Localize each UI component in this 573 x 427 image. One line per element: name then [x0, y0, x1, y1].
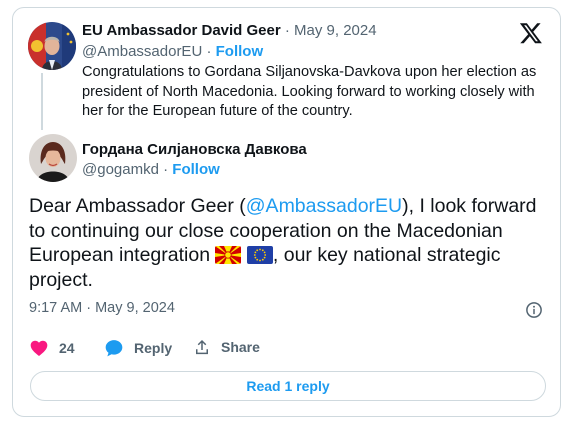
- share-action[interactable]: Share: [193, 338, 260, 356]
- reply-bubble-icon: [105, 340, 123, 357]
- share-icon: [196, 339, 208, 355]
- main-author-avatar[interactable]: [29, 134, 77, 182]
- main-author-name[interactable]: Гордана Силјановска Давкова: [82, 141, 307, 158]
- quoted-separator: ·: [284, 22, 290, 39]
- quoted-follow-button[interactable]: Follow: [216, 43, 264, 60]
- quoted-author-avatar[interactable]: [28, 22, 76, 70]
- x-logo-icon[interactable]: [519, 21, 543, 45]
- main-handle[interactable]: @gogamkd: [82, 161, 159, 178]
- quoted-date[interactable]: May 9, 2024: [294, 22, 377, 39]
- quoted-handle[interactable]: @AmbassadorEU: [82, 43, 202, 60]
- quoted-author-name[interactable]: EU Ambassador David Geer: [82, 22, 281, 39]
- main-follow-button[interactable]: Follow: [172, 161, 220, 178]
- main-author-row: Гордана Силјановска Давкова: [82, 140, 307, 160]
- tweet-timestamp[interactable]: 9:17 AM · May 9, 2024: [29, 300, 175, 316]
- info-icon[interactable]: [525, 301, 543, 319]
- like-action[interactable]: 24: [29, 338, 75, 358]
- like-count: 24: [59, 340, 75, 356]
- share-label: Share: [221, 339, 260, 355]
- read-replies-button[interactable]: Read 1 reply: [30, 371, 546, 401]
- mention-link[interactable]: @AmbassadorEU: [246, 195, 402, 217]
- main-tweet-text: Dear Ambassador Geer (@AmbassadorEU), I …: [29, 194, 549, 292]
- quoted-handle-row: @AmbassadorEU · Follow: [82, 42, 263, 62]
- flag-north-macedonia-icon: [215, 246, 242, 264]
- quoted-handle-separator: ·: [206, 43, 212, 60]
- reply-label: Reply: [134, 340, 173, 356]
- reply-action[interactable]: Reply: [104, 338, 172, 358]
- main-text-before: Dear Ambassador Geer (: [29, 195, 246, 217]
- flag-european-union-icon: [246, 246, 273, 264]
- thread-connector-line: [41, 73, 43, 130]
- main-handle-separator: ·: [163, 161, 169, 178]
- heart-icon: [30, 340, 48, 356]
- quoted-header: EU Ambassador David Geer · May 9, 2024: [82, 21, 377, 41]
- quoted-tweet-text: Congratulations to Gordana Siljanovska-D…: [82, 64, 537, 119]
- main-handle-row: @gogamkd · Follow: [82, 160, 220, 180]
